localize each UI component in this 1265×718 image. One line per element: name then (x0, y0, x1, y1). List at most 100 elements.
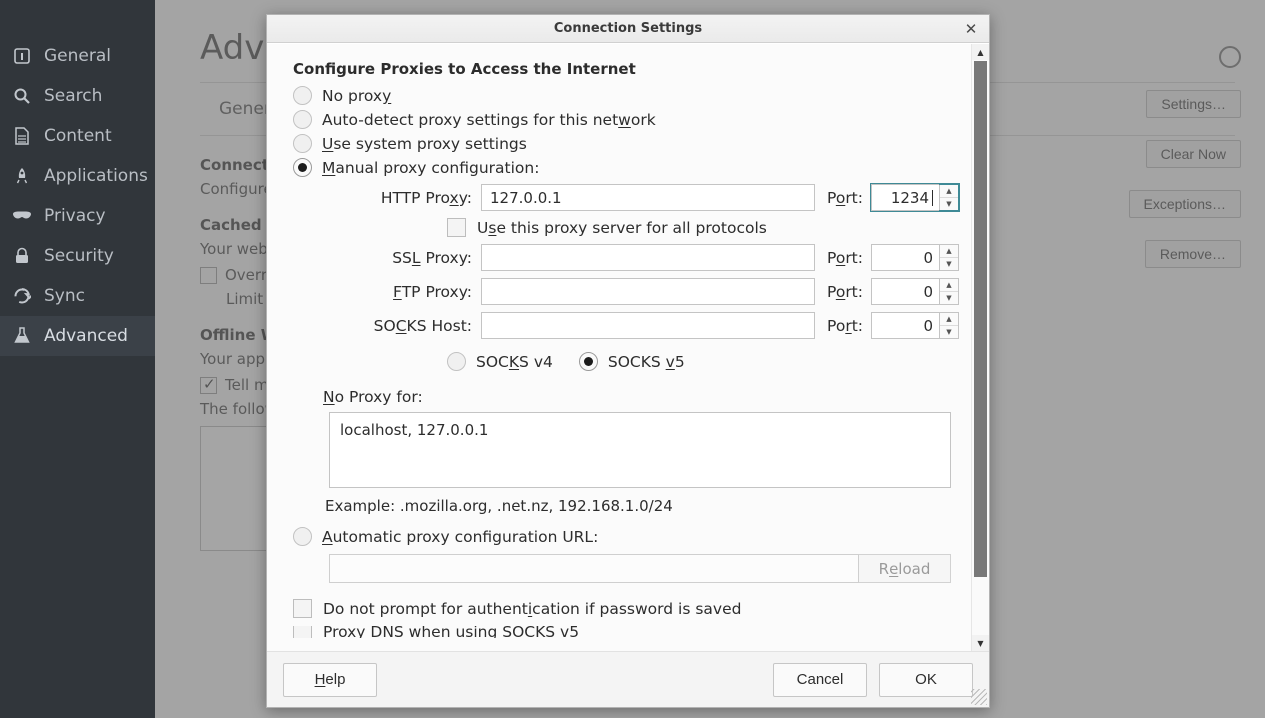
radio-socks-v4[interactable]: SOCKS v4 (447, 352, 553, 371)
radio-label: Manual proxy configuration: (322, 158, 540, 177)
no-prompt-auth-label: Do not prompt for authentication if pass… (323, 599, 742, 618)
ssl-proxy-input[interactable] (481, 244, 816, 271)
http-port-label: Port: (827, 188, 863, 207)
socks-port-input[interactable]: 0 (871, 312, 939, 339)
dialog-scrollbar[interactable]: ▲ ▼ (971, 44, 989, 651)
resize-grip[interactable] (971, 689, 987, 705)
http-proxy-row: HTTP Proxy: 127.0.0.1 Port: 1234 ▲ ▼ (293, 183, 960, 212)
chevron-down-icon[interactable]: ▼ (972, 635, 989, 651)
ssl-port-stepper[interactable]: 0 ▲ ▼ (871, 244, 959, 271)
sidebar-item-label: Search (44, 86, 103, 106)
ftp-port-spin-buttons[interactable]: ▲ ▼ (939, 278, 959, 305)
radio-indicator[interactable] (293, 527, 312, 546)
pac-url-row: Re load (329, 554, 959, 583)
no-proxy-for-textarea[interactable]: localhost, 127.0.0.1 (329, 412, 951, 488)
dialog-body: Configure Proxies to Access the Internet… (267, 43, 989, 651)
radio-socks-v5[interactable]: SOCKS v5 (578, 352, 685, 371)
spin-down-icon[interactable]: ▼ (940, 292, 958, 304)
http-port-stepper[interactable]: 1234 ▲ ▼ (870, 183, 960, 212)
connection-settings-dialog: Connection Settings ✕ Configure Proxies … (266, 14, 990, 708)
radio-indicator[interactable] (293, 110, 312, 129)
radio-indicator[interactable] (293, 86, 312, 105)
ftp-port-stepper[interactable]: 0 ▲ ▼ (871, 278, 959, 305)
http-proxy-label: HTTP Proxy: (380, 188, 472, 207)
ftp-port-input[interactable]: 0 (871, 278, 939, 305)
radio-label: Use system proxy settings (322, 134, 527, 153)
use-all-protocols-checkbox[interactable] (447, 218, 466, 237)
radio-automatic-pac[interactable]: Automatic proxy configuration URL: (293, 527, 959, 546)
ok-button[interactable]: OK (879, 662, 973, 697)
sidebar-item-content[interactable]: Content (0, 116, 155, 156)
http-port-input[interactable]: 1234 (871, 184, 939, 211)
socks-port-stepper[interactable]: 0 ▲ ▼ (871, 312, 959, 339)
sidebar-item-label: Privacy (44, 206, 106, 226)
footer-right-buttons: Cancel OK (773, 662, 973, 697)
reload-button[interactable]: Re load (859, 554, 951, 583)
sidebar-item-label: Content (44, 126, 112, 146)
http-port-spin-buttons[interactable]: ▲ ▼ (939, 184, 959, 211)
sidebar-item-applications[interactable]: Applications (0, 156, 155, 196)
sidebar-item-advanced[interactable]: Advanced (0, 316, 155, 356)
dialog-scroll-content: Configure Proxies to Access the Internet… (267, 44, 971, 651)
no-prompt-auth-row[interactable]: Do not prompt for authentication if pass… (293, 599, 959, 618)
socks-host-row: SOCKS Host: Port: 0 ▲ ▼ (293, 312, 959, 339)
spin-up-icon[interactable]: ▲ (940, 245, 958, 258)
close-icon[interactable]: ✕ (961, 19, 981, 39)
ftp-proxy-input[interactable] (481, 278, 816, 305)
radio-no-proxy[interactable]: No proxy (293, 86, 959, 105)
ftp-port-label: Port: (827, 282, 863, 301)
spin-down-icon[interactable]: ▼ (940, 258, 958, 270)
info-icon (10, 45, 34, 67)
spin-up-icon[interactable]: ▲ (940, 185, 958, 198)
mask-icon (10, 205, 34, 227)
cancel-button[interactable]: Cancel (773, 662, 867, 697)
radio-indicator[interactable] (293, 158, 312, 177)
help-button[interactable]: Help (283, 662, 377, 697)
radio-indicator[interactable] (578, 352, 598, 371)
proxy-dns-checkbox[interactable] (293, 626, 312, 638)
scrollbar-track[interactable] (972, 60, 989, 635)
use-all-protocols-row[interactable]: Use this proxy server for all protocols (447, 218, 959, 237)
proxy-dns-row[interactable]: Proxy DNS when using SOCKS v5 (293, 626, 959, 638)
sidebar-item-sync[interactable]: Sync (0, 276, 155, 316)
radio-label: SOCKS v4 (476, 352, 553, 371)
lock-icon (10, 245, 34, 267)
ssl-port-spin-buttons[interactable]: ▲ ▼ (939, 244, 959, 271)
sidebar-item-label: General (44, 46, 111, 66)
socks-port-spin-buttons[interactable]: ▲ ▼ (939, 312, 959, 339)
sidebar-item-label: Security (44, 246, 114, 266)
radio-auto-detect[interactable]: Auto-detect proxy settings for this netw… (293, 110, 959, 129)
radio-use-system[interactable]: Use system proxy settings (293, 134, 959, 153)
no-prompt-auth-checkbox[interactable] (293, 599, 312, 618)
spin-down-icon[interactable]: ▼ (940, 326, 958, 338)
spin-down-icon[interactable]: ▼ (940, 198, 958, 210)
chevron-up-icon[interactable]: ▲ (972, 44, 989, 60)
dialog-footer: Help Cancel OK (267, 651, 989, 707)
radio-label: No proxy (322, 86, 392, 105)
socks-host-input[interactable] (481, 312, 816, 339)
spin-up-icon[interactable]: ▲ (940, 279, 958, 292)
dialog-titlebar: Connection Settings ✕ (267, 15, 989, 43)
sync-icon (10, 285, 34, 307)
sidebar-item-label: Sync (44, 286, 85, 306)
radio-indicator[interactable] (447, 352, 466, 371)
radio-manual-proxy[interactable]: Manual proxy configuration: (293, 158, 959, 177)
search-icon (10, 85, 34, 107)
sidebar-item-general[interactable]: General (0, 36, 155, 76)
sidebar-item-security[interactable]: Security (0, 236, 155, 276)
ssl-port-input[interactable]: 0 (871, 244, 939, 271)
radio-label: Automatic proxy configuration URL: (322, 527, 599, 546)
pac-url-input[interactable] (329, 554, 859, 583)
proxy-dns-label: Proxy DNS when using SOCKS v5 (323, 626, 580, 638)
radio-indicator[interactable] (293, 134, 312, 153)
ftp-proxy-label: FTP Proxy: (393, 282, 472, 301)
sidebar-item-privacy[interactable]: Privacy (0, 196, 155, 236)
flask-icon (10, 325, 34, 347)
sidebar-item-search[interactable]: Search (0, 76, 155, 116)
sidebar: General Search Content Applications Priv… (0, 0, 155, 718)
ssl-proxy-label: SSL Proxy: (392, 248, 472, 267)
spin-up-icon[interactable]: ▲ (940, 313, 958, 326)
http-proxy-input[interactable]: 127.0.0.1 (481, 184, 816, 211)
no-proxy-for-label: No Proxy for: (323, 388, 423, 406)
scrollbar-thumb[interactable] (974, 61, 987, 577)
